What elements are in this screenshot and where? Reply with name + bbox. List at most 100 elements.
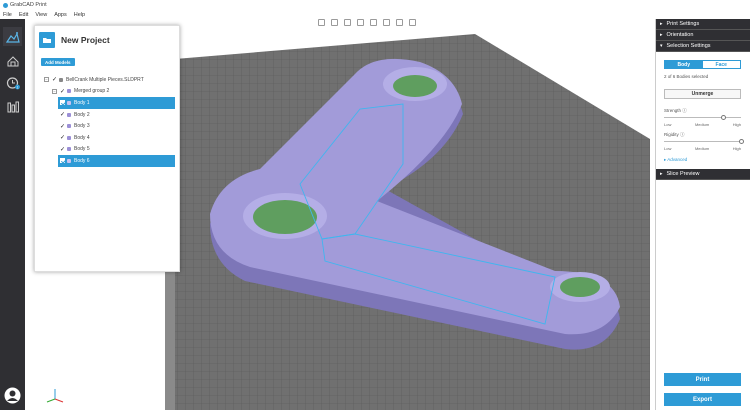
selection-settings-header[interactable]: ▾ Selection Settings xyxy=(656,41,750,52)
body-icon xyxy=(67,100,71,105)
axis-triad-icon xyxy=(46,389,64,403)
check-icon[interactable]: ✓ xyxy=(52,76,57,83)
printer-icon[interactable] xyxy=(3,51,22,70)
collapse-icon[interactable]: − xyxy=(52,88,57,94)
hole-right xyxy=(560,277,600,297)
rigidity-label: Rigidity ⓘ xyxy=(664,132,685,138)
unmerge-button[interactable]: Unmerge xyxy=(664,89,741,99)
slice-preview-header[interactable]: ▸ Slice Preview xyxy=(656,169,750,180)
print-settings-header[interactable]: ▸ Print Settings xyxy=(656,19,750,30)
tree-root-label: BellCrank Multiple Pieces.SLDPRT xyxy=(66,76,144,83)
tick-medium: Medium xyxy=(694,146,710,151)
menu-edit[interactable]: Edit xyxy=(19,12,28,18)
check-icon[interactable]: ✓ xyxy=(60,134,65,141)
hole-middle xyxy=(253,200,317,234)
tick-low: Low xyxy=(664,146,672,151)
check-icon[interactable]: ✓ xyxy=(60,88,65,95)
chevron-right-icon: ▸ xyxy=(660,21,663,27)
menu-view[interactable]: View xyxy=(35,12,47,18)
body-label: Body 3 xyxy=(74,123,90,130)
tree-root[interactable]: − ✓ BellCrank Multiple Pieces.SLDPRT xyxy=(35,74,181,86)
menu-file[interactable]: File xyxy=(3,12,12,18)
project-panel: New Project Add Models − ✓ BellCrank Mul… xyxy=(34,25,180,272)
measure-icon[interactable] xyxy=(409,19,416,26)
add-models-button[interactable]: Add Models xyxy=(41,58,75,66)
rigidity-ticks: Low Medium High xyxy=(664,146,741,151)
settings-panel: ▸ Print Settings ▸ Orientation ▾ Selecti… xyxy=(655,19,750,410)
fit-view-icon[interactable] xyxy=(318,19,325,26)
selection-mode-toggle: Body Face xyxy=(664,60,741,69)
advanced-label: Advanced xyxy=(667,157,688,162)
tree-body-3[interactable]: ✓ Body 3 xyxy=(35,120,181,132)
body-icon xyxy=(67,158,71,163)
tree-group[interactable]: − ✓ Merged group 2 xyxy=(35,86,181,98)
part-icon xyxy=(59,77,64,82)
front-view-icon[interactable] xyxy=(344,19,351,26)
iso-view-icon[interactable] xyxy=(370,19,377,26)
title-bar: GrabCAD Print xyxy=(0,0,750,10)
check-icon[interactable]: ✓ xyxy=(60,123,65,130)
section-label: Selection Settings xyxy=(666,43,711,49)
info-icon[interactable]: ⓘ xyxy=(680,132,685,137)
group-icon xyxy=(67,89,72,94)
collapse-icon[interactable]: − xyxy=(44,77,49,83)
section-label: Orientation xyxy=(666,32,694,38)
tick-high: High xyxy=(732,146,741,151)
body-icon xyxy=(67,135,72,140)
advanced-toggle[interactable]: ▸ Advanced xyxy=(664,157,687,163)
user-avatar-icon[interactable] xyxy=(4,387,21,404)
tick-high: High xyxy=(732,122,741,127)
strength-slider[interactable] xyxy=(664,115,741,120)
check-icon[interactable]: ✓ xyxy=(60,146,65,153)
export-button[interactable]: Export xyxy=(664,393,741,406)
view-toolbar xyxy=(318,19,416,29)
chevron-down-icon: ▾ xyxy=(660,43,663,49)
rigidity-slider[interactable] xyxy=(664,139,744,144)
tree-body-2[interactable]: ✓ Body 2 xyxy=(35,109,181,121)
left-toolbar: 1 xyxy=(0,19,25,410)
tick-low: Low xyxy=(664,122,672,127)
analytics-icon[interactable] xyxy=(3,97,22,116)
schedule-icon[interactable]: 1 xyxy=(3,73,22,92)
body-label: Body 4 xyxy=(74,134,90,141)
body-label: Body 5 xyxy=(74,146,90,153)
menu-apps[interactable]: Apps xyxy=(54,12,67,18)
tick-medium: Medium xyxy=(694,122,710,127)
chevron-right-icon: ▸ xyxy=(660,32,663,38)
face-tab[interactable]: Face xyxy=(702,61,740,68)
strength-label: Strength ⓘ xyxy=(664,108,687,114)
strength-label-text: Strength xyxy=(664,108,682,113)
print-button[interactable]: Print xyxy=(664,373,741,386)
selection-status: 2 of 6 Bodies selected xyxy=(664,74,709,79)
perspective-icon[interactable] xyxy=(383,19,390,26)
home-icon[interactable] xyxy=(3,27,22,46)
checkbox-icon[interactable] xyxy=(60,100,65,106)
tree-body-4[interactable]: ✓ Body 4 xyxy=(35,132,181,144)
top-view-icon[interactable] xyxy=(331,19,338,26)
strength-slider-knob[interactable] xyxy=(720,115,726,120)
chevron-right-icon: ▸ xyxy=(660,171,663,177)
app-window: GrabCAD Print File Edit View Apps Help 1 xyxy=(0,0,750,410)
rigidity-slider-knob[interactable] xyxy=(738,139,744,144)
folder-icon xyxy=(39,32,55,48)
body-label: Body 2 xyxy=(74,111,90,118)
tree-body-1[interactable]: Body 1 xyxy=(58,97,175,109)
check-icon[interactable]: ✓ xyxy=(60,111,65,118)
section-label: Slice Preview xyxy=(666,171,700,177)
body-icon xyxy=(67,124,72,129)
tree-group-label: Merged group 2 xyxy=(74,88,110,95)
tree-body-5[interactable]: ✓ Body 5 xyxy=(35,144,181,156)
checkbox-icon[interactable] xyxy=(60,158,65,164)
app-logo-icon xyxy=(3,2,8,8)
body-tab[interactable]: Body xyxy=(665,61,703,68)
body-icon xyxy=(67,147,72,152)
menu-help[interactable]: Help xyxy=(74,12,85,18)
side-view-icon[interactable] xyxy=(357,19,364,26)
info-icon[interactable]: ⓘ xyxy=(682,108,687,113)
project-title: New Project xyxy=(61,35,110,45)
camera-icon[interactable] xyxy=(396,19,403,26)
section-label: Print Settings xyxy=(666,21,700,27)
tree-body-6[interactable]: Body 6 xyxy=(58,155,175,167)
orientation-header[interactable]: ▸ Orientation xyxy=(656,30,750,41)
hole-top xyxy=(393,75,437,97)
